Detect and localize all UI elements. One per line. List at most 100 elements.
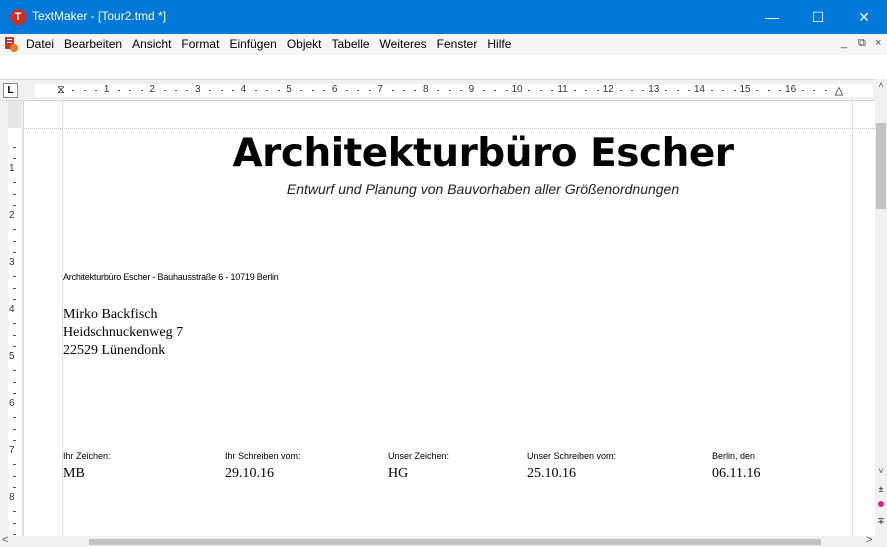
menu-weiteres[interactable]: Weiteres [375,34,432,55]
ruler-tick [528,90,531,91]
menu-ansicht[interactable]: Ansicht [127,34,176,55]
ruler-tick [756,90,759,91]
vertical-ruler[interactable]: 1 2 3 4 5 6 7 8 [0,101,24,536]
scroll-up-button[interactable]: ˄ [875,79,887,91]
menu-tabelle[interactable]: Tabelle [327,34,375,55]
ruler-tick [13,240,16,242]
ruler-number: 2 [149,84,155,95]
ruler-number: 11 [557,84,568,95]
ruler-tick [311,90,314,91]
vertical-scroll-thumb[interactable] [876,123,886,209]
reference-datum[interactable]: Berlin, den 06.11.16 [712,451,760,482]
sender-address-line[interactable]: Architekturbüro Escher - Bauhausstraße 6… [63,272,279,282]
menu-datei[interactable]: Datei [26,34,59,55]
ruler-tick [13,346,16,348]
ruler-tick [118,90,120,91]
ruler-number: 6 [331,84,338,95]
scroll-right-button[interactable]: > [866,534,872,546]
ruler-tick [414,90,417,91]
ruler-tick [710,90,713,91]
ruler-number: 8 [9,492,15,503]
ruler-tick [277,90,280,91]
ruler-number: 15 [739,84,751,95]
ruler-tick [403,90,405,91]
menu-hilfe[interactable]: Hilfe [482,34,516,55]
horizontal-scrollbar[interactable]: < > [0,534,887,547]
textmaker-app-icon[interactable]: T [10,9,26,25]
reference-value[interactable]: 06.11.16 [712,466,760,482]
ruler-tick [733,90,736,91]
ruler-tick [824,90,827,91]
ruler-tick [391,90,394,91]
ruler-number: 14 [693,84,705,95]
browse-object-button[interactable] [878,501,884,507]
ruler-tick [13,181,16,183]
previous-page-button[interactable]: ± [875,483,887,495]
ruler-tick [13,381,16,383]
document-icon[interactable] [4,37,18,52]
reference-ihr-zeichen[interactable]: Ihr Zeichen: MB [63,451,111,482]
ruler-tick [13,428,16,430]
minimize-button[interactable]: — [749,0,795,34]
reference-unser-zeichen[interactable]: Unser Zeichen: HG [388,451,449,482]
ruler-tick [551,90,554,91]
ruler-tick [357,90,360,91]
close-button[interactable]: ✕ [841,0,887,34]
ruler-number: 8 [423,84,429,95]
scroll-down-button[interactable]: ˅ [875,465,887,477]
ruler-tick [175,90,177,91]
letterhead-title[interactable]: Architekturbüro Escher [24,131,875,176]
menu-objekt[interactable]: Objekt [282,34,327,55]
document-close-button[interactable]: × [875,37,881,49]
reference-value[interactable]: MB [63,466,111,482]
reference-value[interactable]: HG [388,466,449,482]
reference-label: Ihr Zeichen: [63,451,111,461]
ruler-number: 4 [240,84,247,95]
ruler-tick [368,90,371,91]
maximize-button[interactable]: ☐ [795,0,841,34]
recipient-address[interactable]: Mirko Backfisch Heidschnuckenweg 7 22529… [63,306,183,360]
ruler-number: 6 [9,398,15,409]
reference-label: Ihr Schreiben vom: [225,451,301,461]
ruler-tick [220,90,223,91]
ruler-tick [13,252,16,254]
recipient-name[interactable]: Mirko Backfisch [63,306,183,324]
ruler-number: 7 [377,84,383,95]
document-area[interactable]: Architekturbüro Escher Entwurf und Planu… [24,101,875,536]
ruler-tick [266,90,269,91]
document-minimize-button[interactable]: _ [841,37,847,49]
horizontal-ruler-track[interactable]: ⧖ △ 1 2 3 4 5 6 7 8 9 10 11 12 13 14 15 16 [35,84,873,97]
ruler-tick [13,228,16,230]
ruler-tick [642,90,645,91]
vertical-scrollbar[interactable]: ˄ ˅ ± ∓ [875,79,887,536]
reference-value[interactable]: 25.10.16 [527,466,616,482]
menu-einfuegen[interactable]: Einfügen [224,34,281,55]
ruler-number: 12 [602,84,614,95]
left-indent-marker[interactable]: ⧖ [57,84,65,97]
ruler-tick [13,299,16,301]
recipient-street[interactable]: Heidschnuckenweg 7 [63,324,183,342]
ruler-tick [13,522,16,524]
reference-ihr-schreiben[interactable]: Ihr Schreiben vom: 29.10.16 [225,451,301,482]
ruler-number: 9 [468,84,475,95]
ruler-tick [13,146,16,148]
scroll-left-button[interactable]: < [2,534,8,546]
right-indent-marker[interactable]: △ [835,84,843,97]
document-restore-button[interactable]: ⧉ [858,37,866,50]
letterhead-subtitle[interactable]: Entwurf und Planung von Bauvorhaben alle… [24,181,875,197]
next-page-button[interactable]: ∓ [875,515,887,527]
horizontal-ruler[interactable]: L ⧖ △ 1 2 3 4 5 6 7 8 9 10 11 12 13 14 15 16 [0,79,887,101]
ruler-tick [665,90,668,91]
window-title: TextMaker - [Tour2.tmd *] [32,9,167,23]
tab-stop-selector[interactable]: L [3,83,18,98]
horizontal-scroll-thumb[interactable] [89,539,821,545]
recipient-city[interactable]: 22529 Lünendonk [63,342,183,360]
menu-bearbeiten[interactable]: Bearbeiten [59,34,127,55]
ruler-tick [13,393,16,395]
menu-fenster[interactable]: Fenster [432,34,483,55]
title-bar: T TextMaker - [Tour2.tmd *] — ☐ ✕ [0,0,887,34]
menu-format[interactable]: Format [176,34,224,55]
ruler-tick [688,90,690,91]
reference-value[interactable]: 29.10.16 [225,466,301,482]
reference-unser-schreiben[interactable]: Unser Schreiben vom: 25.10.16 [527,451,616,482]
